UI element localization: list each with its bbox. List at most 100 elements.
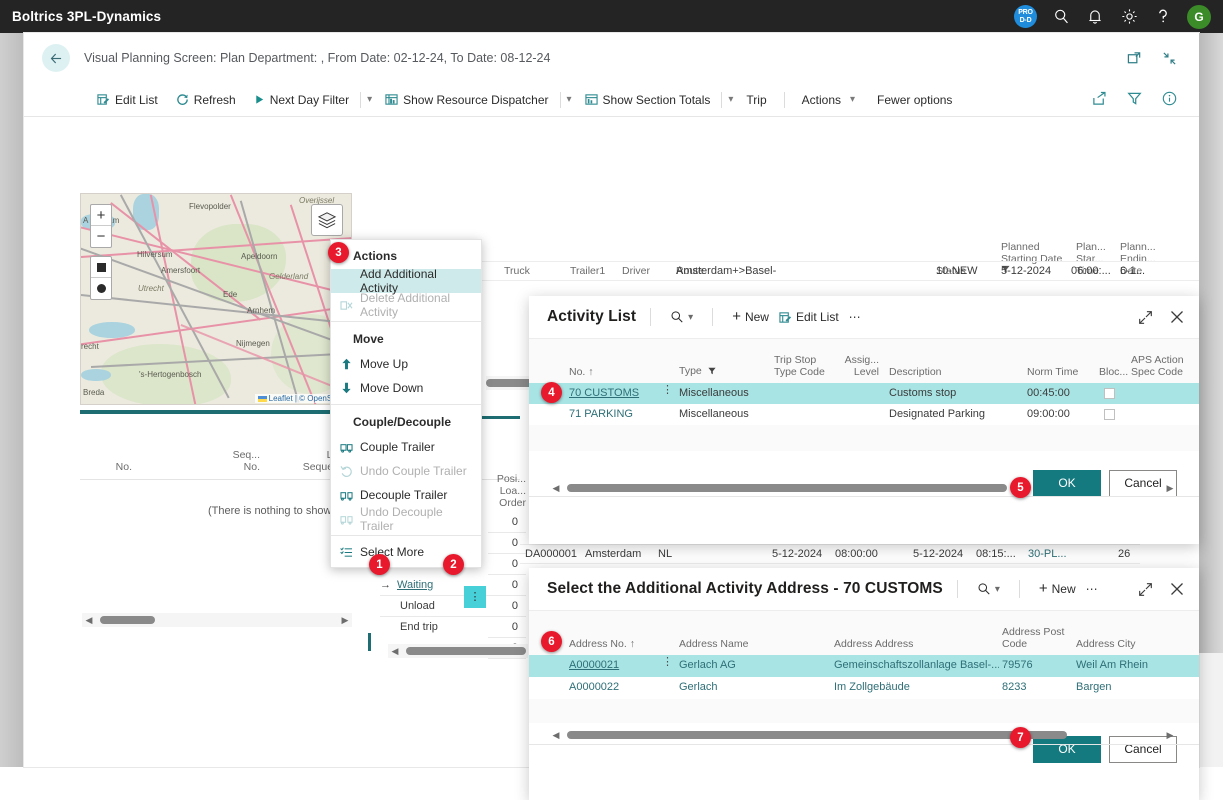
col-type[interactable]: Type — [679, 365, 716, 378]
arrow-up-icon — [339, 358, 353, 370]
address-no-link[interactable]: A0000022 — [569, 681, 619, 693]
activity-blocked-checkbox[interactable] — [1104, 409, 1115, 423]
table-row[interactable]: A0000021 ⋮ Gerlach AG Gemeinschaftszolla… — [529, 655, 1199, 677]
map-view[interactable]: Flevopolder Overijssel A rdam Hilversum … — [80, 193, 352, 405]
activity-step-endtrip-label[interactable]: End trip — [380, 617, 488, 638]
share-icon[interactable] — [1092, 91, 1107, 109]
close-icon[interactable] — [1169, 309, 1185, 325]
activity-list-new-label: New — [744, 310, 769, 324]
col-address-no[interactable]: Address No. ↑ — [569, 638, 635, 650]
map-draw-rectangle-button[interactable] — [91, 257, 111, 278]
couple-trailer-icon — [339, 441, 353, 453]
expand-icon[interactable] — [1138, 310, 1153, 325]
show-resource-dispatcher-chevron-down-icon[interactable]: ▾ — [563, 94, 576, 105]
search-icon[interactable] — [1051, 7, 1071, 27]
scroll-right-arrow-icon[interactable]: ▶ — [338, 615, 352, 626]
production-badge[interactable]: PRO D-D — [1014, 5, 1037, 28]
context-menu-item-move-down[interactable]: Move Down — [331, 376, 481, 400]
select-address-search-button[interactable]: ▾ — [972, 580, 1005, 598]
context-menu-item-add-additional-activity[interactable]: Add Additional Activity — [331, 267, 481, 295]
scroll-left-arrow-icon[interactable]: ◀ — [388, 646, 402, 657]
activity-list-edit-list-button[interactable]: Edit List — [774, 308, 844, 326]
table-row[interactable]: 70 CUSTOMS ⋮ Miscellaneous Customs stop … — [529, 383, 1199, 404]
next-day-filter-chevron-down-icon[interactable]: ▾ — [363, 94, 376, 105]
select-address-new-button[interactable]: + New — [1034, 580, 1081, 598]
command-bar-items: Edit List Refresh Next Day Filter ▾ Show… — [88, 87, 961, 113]
show-section-totals-button[interactable]: Show Section Totals — [576, 87, 720, 113]
activity-blocked-checkbox[interactable] — [1104, 388, 1115, 402]
bell-icon[interactable] — [1085, 7, 1105, 27]
underlying-trip-stop-row[interactable]: DA000001 Amsterdam NL 5-12-2024 08:00:00… — [520, 544, 1140, 564]
activity-list-horizontal-scrollbar[interactable]: ◀ ▶ — [549, 481, 1177, 495]
row-kebab-icon[interactable]: ⋮ — [662, 657, 673, 668]
scroll-right-arrow-icon[interactable]: ▶ — [1163, 730, 1177, 741]
avatar[interactable]: G — [1187, 4, 1211, 29]
col-norm-time[interactable]: Norm Time — [1027, 366, 1078, 378]
trip-row[interactable]: ⋮ Amsterdam+>Basel- 10-NEW 5-12-2024 06:… — [368, 261, 1199, 282]
scroll-left-arrow-icon[interactable]: ◀ — [549, 483, 563, 494]
context-menu-item-decouple-trailer[interactable]: Decouple Trailer — [331, 483, 481, 507]
map-draw-circle-button[interactable] — [91, 278, 111, 299]
col-address-address[interactable]: Address Address — [834, 638, 913, 650]
page-header-actions — [1127, 51, 1199, 66]
col-aps-action-spec-code[interactable]: APS Action Spec Code — [1131, 354, 1184, 378]
context-menu-separator — [331, 535, 481, 536]
detail-grid-scrollbar[interactable]: ◀ ▶ — [82, 613, 352, 627]
actions-button[interactable]: Actions ▾ — [793, 87, 868, 113]
col-blocked[interactable]: Bloc... — [1099, 366, 1128, 378]
activity-list-more-button[interactable]: ⋯ — [844, 308, 867, 326]
activity-list-search-button[interactable]: ▾ — [665, 308, 698, 326]
chevron-down-icon: ▾ — [688, 311, 694, 323]
activity-column-scrollbar[interactable]: ◀ — [388, 644, 528, 658]
context-menu-item-couple-trailer[interactable]: Couple Trailer — [331, 435, 481, 459]
map-zoom-controls[interactable]: + − — [90, 204, 112, 248]
next-day-filter-button[interactable]: Next Day Filter — [245, 87, 358, 113]
col-address-post-code[interactable]: Address Post Code — [1002, 626, 1064, 650]
col-assig-level[interactable]: Assig... Level — [839, 354, 879, 378]
activity-no-link[interactable]: 70 CUSTOMS — [569, 387, 639, 399]
back-button[interactable] — [42, 44, 70, 72]
open-in-new-window-icon[interactable] — [1127, 51, 1142, 66]
gear-icon[interactable] — [1119, 7, 1139, 27]
context-menu[interactable]: Actions Add Additional Activity Delete A… — [330, 239, 482, 568]
collapse-icon[interactable] — [1162, 51, 1177, 66]
show-resource-dispatcher-button[interactable]: Show Resource Dispatcher — [376, 87, 557, 113]
trip-button[interactable]: Trip — [737, 87, 775, 113]
map-zoom-out-button[interactable]: − — [91, 226, 111, 247]
scroll-left-arrow-icon[interactable]: ◀ — [549, 730, 563, 741]
fewer-options-button[interactable]: Fewer options — [868, 87, 961, 113]
scroll-left-arrow-icon[interactable]: ◀ — [82, 615, 96, 626]
refresh-button[interactable]: Refresh — [167, 87, 245, 113]
col-no[interactable]: No. ↑ — [569, 366, 594, 378]
search-icon — [670, 310, 684, 324]
map-layers-icon[interactable] — [311, 204, 343, 236]
col-trip-stop-type-code[interactable]: Trip Stop Type Code — [774, 354, 825, 378]
col-address-city[interactable]: Address City — [1076, 638, 1136, 650]
activity-step-waiting-label[interactable]: Waiting — [397, 575, 433, 596]
row-kebab-icon[interactable]: ⋮ — [662, 385, 673, 396]
select-address-more-button[interactable]: ⋯ — [1081, 580, 1104, 598]
close-icon[interactable] — [1169, 581, 1185, 597]
show-section-totals-chevron-down-icon[interactable]: ▾ — [724, 94, 737, 105]
help-icon[interactable] — [1153, 7, 1173, 27]
col-address-name[interactable]: Address Name — [679, 638, 748, 650]
col-description[interactable]: Description — [889, 366, 942, 378]
activity-row-kebab-icon[interactable]: ⋮ — [464, 586, 486, 608]
activity-no-link[interactable]: 71 PARKING — [569, 408, 633, 420]
activity-list-new-button[interactable]: + New — [727, 308, 774, 326]
window-body: Visual Planning Screen: Plan Department:… — [0, 33, 1223, 800]
map-draw-controls[interactable] — [90, 256, 112, 300]
table-row[interactable]: A0000022 Gerlach Im Zollgebäude 8233 Bar… — [529, 677, 1199, 699]
edit-list-button[interactable]: Edit List — [88, 87, 167, 113]
map-zoom-in-button[interactable]: + — [91, 205, 111, 226]
address-name-value: Gerlach AG — [679, 659, 736, 671]
info-icon[interactable] — [1162, 91, 1177, 109]
table-row[interactable]: 71 PARKING Miscellaneous Designated Park… — [529, 404, 1199, 425]
undo-icon — [339, 465, 353, 477]
select-address-horizontal-scrollbar[interactable]: ◀ ▶ — [549, 728, 1177, 742]
context-menu-item-move-up[interactable]: Move Up — [331, 352, 481, 376]
address-no-link[interactable]: A0000021 — [569, 659, 619, 671]
scroll-right-arrow-icon[interactable]: ▶ — [1163, 483, 1177, 494]
expand-icon[interactable] — [1138, 582, 1153, 597]
filter-icon[interactable] — [1127, 91, 1142, 109]
